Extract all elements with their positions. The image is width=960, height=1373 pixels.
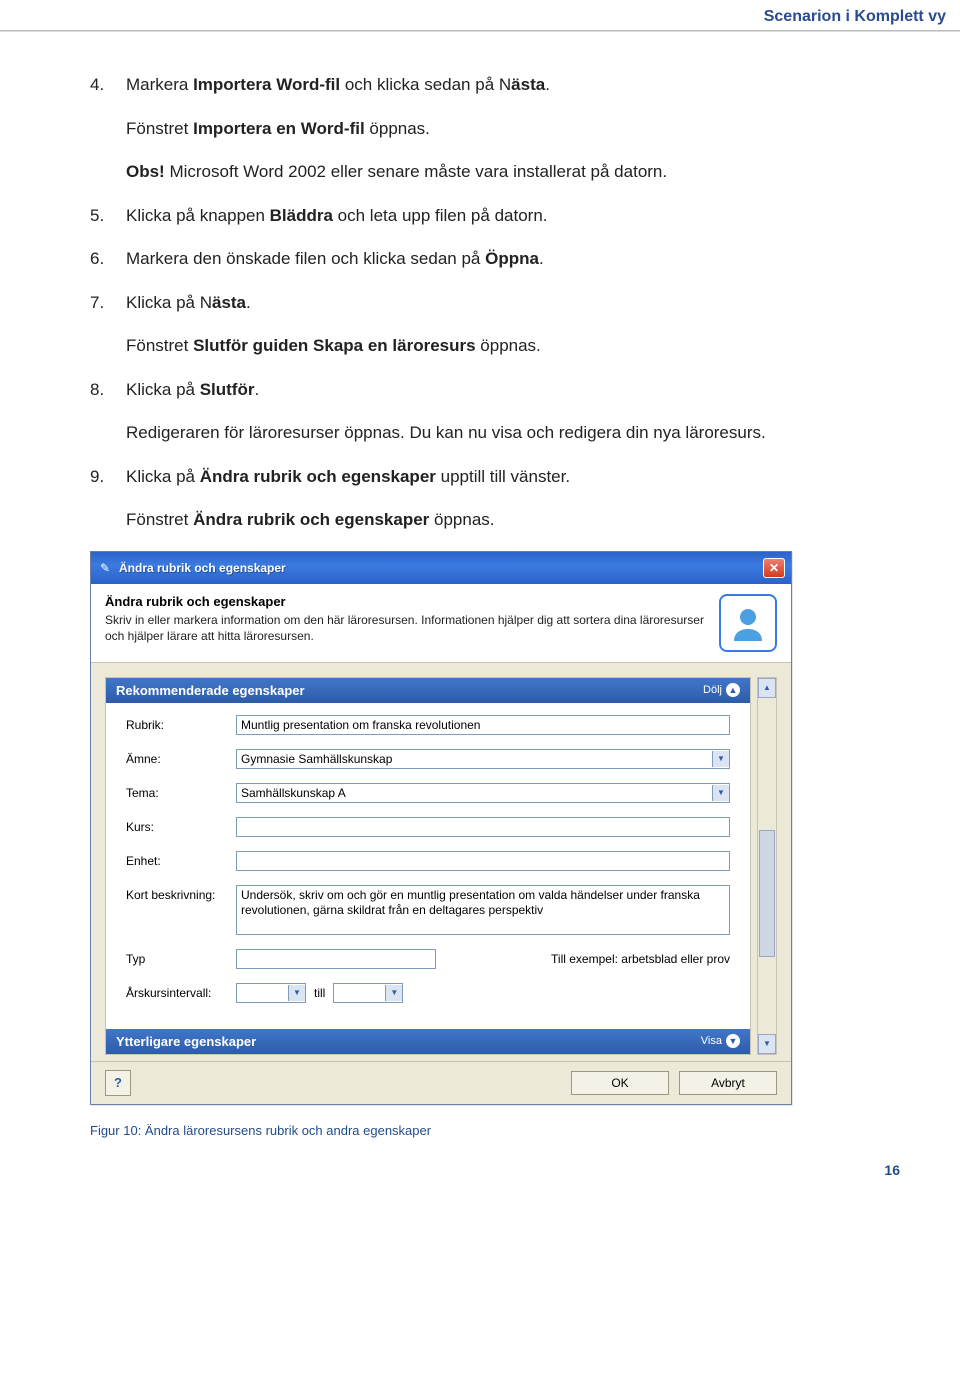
section-label: Rekommenderade egenskaper xyxy=(116,683,305,698)
running-header-text: Scenarion i Komplett vy xyxy=(764,8,946,25)
chevron-down-icon: ▼ xyxy=(288,985,305,1001)
step-text: Klicka på Ändra rubrik och egenskaper up… xyxy=(126,464,570,490)
label-tema: Tema: xyxy=(126,783,236,800)
step-9: 9. Klicka på Ändra rubrik och egenskaper… xyxy=(90,464,900,490)
step-number: 8. xyxy=(90,377,126,403)
running-header: Scenarion i Komplett vy xyxy=(0,0,960,31)
help-icon[interactable]: ? xyxy=(105,1070,131,1096)
section-more[interactable]: Ytterligare egenskaper Visa ▼ xyxy=(106,1029,750,1054)
dialog-titlebar[interactable]: ✎ Ändra rubrik och egenskaper ✕ xyxy=(91,552,791,584)
till-label: till xyxy=(314,986,325,1000)
row-enhet: Enhet: xyxy=(126,851,730,871)
window-icon: ✎ xyxy=(97,560,113,576)
cancel-button[interactable]: Avbryt xyxy=(679,1071,777,1095)
chevron-down-icon: ▼ xyxy=(385,985,402,1001)
step-number: 7. xyxy=(90,290,126,316)
section-label: Ytterligare egenskaper xyxy=(116,1034,256,1049)
typ-input[interactable] xyxy=(236,949,436,969)
step-7-sub: Fönstret Slutför guiden Skapa en lärores… xyxy=(126,333,900,359)
label-typ: Typ xyxy=(126,949,236,966)
person-icon xyxy=(719,594,777,652)
arskurs-from-select[interactable]: ▼ xyxy=(236,983,306,1003)
rubrik-input[interactable]: Muntlig presentation om franska revoluti… xyxy=(236,715,730,735)
amne-select[interactable]: Gymnasie Samhällskunskap ▼ xyxy=(236,749,730,769)
step-number: 4. xyxy=(90,72,126,98)
step-8-sub: Redigeraren för läroresurser öppnas. Du … xyxy=(126,420,900,446)
step-8: 8. Klicka på Slutför. xyxy=(90,377,900,403)
dialog-header: Ändra rubrik och egenskaper Skriv in ell… xyxy=(91,584,791,663)
step-text: Klicka på Nästa. xyxy=(126,290,251,316)
scroll-down-icon[interactable]: ▼ xyxy=(758,1034,776,1054)
step-4: 4. Markera Importera Word-fil och klicka… xyxy=(90,72,900,98)
step-6: 6. Markera den önskade filen och klicka … xyxy=(90,246,900,272)
toggle-hide[interactable]: Dölj ▲ xyxy=(703,683,740,697)
page-number: 16 xyxy=(90,1162,900,1178)
scroll-thumb[interactable] xyxy=(759,830,775,957)
dialog-header-title: Ändra rubrik och egenskaper xyxy=(105,594,707,609)
figure-caption: Figur 10: Ändra läroresursens rubrik och… xyxy=(90,1123,900,1138)
step-text: Markera den önskade filen och klicka sed… xyxy=(126,246,544,272)
chevron-down-icon: ▼ xyxy=(726,1034,740,1048)
label-kurs: Kurs: xyxy=(126,817,236,834)
close-icon[interactable]: ✕ xyxy=(763,558,785,578)
row-rubrik: Rubrik: Muntlig presentation om franska … xyxy=(126,715,730,735)
step-4-obs: Obs! Microsoft Word 2002 eller senare må… xyxy=(126,159,900,185)
section-recommended[interactable]: Rekommenderade egenskaper Dölj ▲ xyxy=(106,678,750,703)
step-5: 5. Klicka på knappen Bläddra och leta up… xyxy=(90,203,900,229)
arskurs-to-select[interactable]: ▼ xyxy=(333,983,403,1003)
step-text: Klicka på knappen Bläddra och leta upp f… xyxy=(126,203,548,229)
row-arskurs: Årskursintervall: ▼ till ▼ xyxy=(126,983,730,1003)
header-divider xyxy=(0,31,960,32)
step-7: 7. Klicka på Nästa. xyxy=(90,290,900,316)
step-text: Klicka på Slutför. xyxy=(126,377,259,403)
ok-button[interactable]: OK xyxy=(571,1071,669,1095)
row-kurs: Kurs: xyxy=(126,817,730,837)
tema-select[interactable]: Samhällskunskap A ▼ xyxy=(236,783,730,803)
kurs-input[interactable] xyxy=(236,817,730,837)
chevron-down-icon: ▼ xyxy=(712,785,729,801)
label-kort: Kort beskrivning: xyxy=(126,885,236,902)
label-enhet: Enhet: xyxy=(126,851,236,868)
properties-panel: Rekommenderade egenskaper Dölj ▲ Rubrik:… xyxy=(105,677,751,1055)
kort-textarea[interactable]: Undersök, skriv om och gör en muntlig pr… xyxy=(236,885,730,935)
step-number: 9. xyxy=(90,464,126,490)
dialog-footer: ? OK Avbryt xyxy=(91,1061,791,1104)
row-amne: Ämne: Gymnasie Samhällskunskap ▼ xyxy=(126,749,730,769)
dialog-header-desc: Skriv in eller markera information om de… xyxy=(105,612,707,644)
step-4-sub: Fönstret Importera en Word-fil öppnas. xyxy=(126,116,900,142)
enhet-input[interactable] xyxy=(236,851,730,871)
typ-hint: Till exempel: arbetsblad eller prov xyxy=(444,952,730,966)
chevron-down-icon: ▼ xyxy=(712,751,729,767)
chevron-up-icon: ▲ xyxy=(726,683,740,697)
step-number: 6. xyxy=(90,246,126,272)
label-amne: Ämne: xyxy=(126,749,236,766)
step-number: 5. xyxy=(90,203,126,229)
toggle-show[interactable]: Visa ▼ xyxy=(701,1034,740,1048)
row-tema: Tema: Samhällskunskap A ▼ xyxy=(126,783,730,803)
label-arskurs: Årskursintervall: xyxy=(126,983,236,1000)
row-kort: Kort beskrivning: Undersök, skriv om och… xyxy=(126,885,730,935)
row-typ: Typ Till exempel: arbetsblad eller prov xyxy=(126,949,730,969)
step-text: Markera Importera Word-fil och klicka se… xyxy=(126,72,550,98)
properties-dialog: ✎ Ändra rubrik och egenskaper ✕ Ändra ru… xyxy=(90,551,792,1105)
step-9-sub: Fönstret Ändra rubrik och egenskaper öpp… xyxy=(126,507,900,533)
vertical-scrollbar[interactable]: ▲ ▼ xyxy=(757,677,777,1055)
scroll-up-icon[interactable]: ▲ xyxy=(758,678,776,698)
step-list: 4. Markera Importera Word-fil och klicka… xyxy=(90,72,900,533)
dialog-title: Ändra rubrik och egenskaper xyxy=(119,561,763,575)
label-rubrik: Rubrik: xyxy=(126,715,236,732)
